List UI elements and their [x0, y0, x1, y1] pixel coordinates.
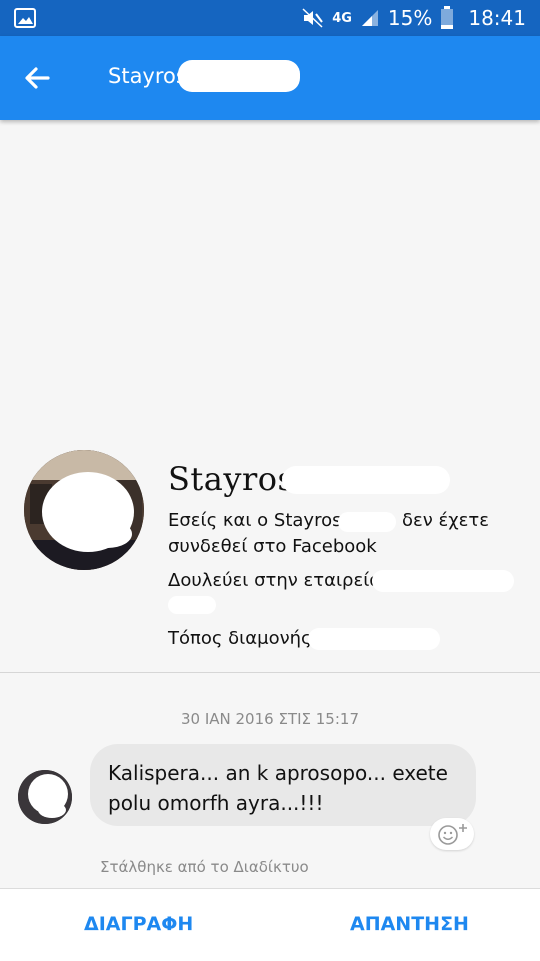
workplace-text: Δουλεύει στην εταιρεία — [168, 570, 382, 591]
signal-icon — [361, 10, 378, 26]
redacted-location — [308, 628, 440, 650]
conversation-title: Stayros — [108, 64, 187, 88]
sender-avatar[interactable] — [18, 770, 72, 824]
status-bar: 4G 15% 18:41 — [0, 0, 540, 36]
message-bubble[interactable]: Kalispera... an k aprosopo... exete polu… — [90, 744, 476, 826]
battery-icon — [441, 6, 454, 29]
redacted-workplace-line2 — [168, 596, 216, 614]
redacted-connection-surname — [338, 512, 396, 532]
bottom-action-bar: ΔΙΑΓΡΑΦΗ ΑΠΑΝΤΗΣΗ — [0, 888, 540, 961]
delete-button[interactable]: ΔΙΑΓΡΑΦΗ — [84, 913, 193, 935]
connection-status-line1: Εσείς και ο Stayros — [168, 510, 342, 531]
reply-button[interactable]: ΑΠΑΝΤΗΣΗ — [350, 913, 469, 935]
redacted-surname — [178, 60, 300, 92]
redacted-profile-surname — [282, 466, 450, 494]
connection-status-line1-end: δεν έχετε — [402, 510, 489, 531]
mute-icon — [302, 8, 323, 28]
app-bar: Stayros — [0, 36, 540, 120]
network-type: 4G — [332, 10, 352, 26]
sent-via-label: Στάλθηκε από το Διαδίκτυο — [100, 858, 309, 876]
add-reaction-button[interactable] — [430, 818, 474, 850]
connection-status-line2: συνδεθεί στο Facebook — [168, 536, 377, 557]
gallery-notification-icon — [14, 8, 36, 28]
location-text: Τόπος διαμονής: — [168, 628, 318, 649]
smiley-plus-icon — [438, 824, 467, 845]
battery-percent: 15% — [387, 6, 433, 30]
redacted-workplace — [372, 570, 514, 592]
profile-divider — [0, 672, 540, 673]
message-text-line1: Kalispera... an k aprosopo... exete — [108, 761, 448, 785]
message-text-line2: polu omorfh ayra...!!! — [108, 791, 324, 815]
clock: 18:41 — [468, 6, 526, 30]
profile-name: Stayros — [168, 460, 295, 498]
back-arrow-icon[interactable] — [18, 58, 58, 98]
profile-avatar — [24, 450, 144, 570]
message-timestamp: 30 ΙΑΝ 2016 ΣΤΙΣ 15:17 — [180, 710, 359, 728]
